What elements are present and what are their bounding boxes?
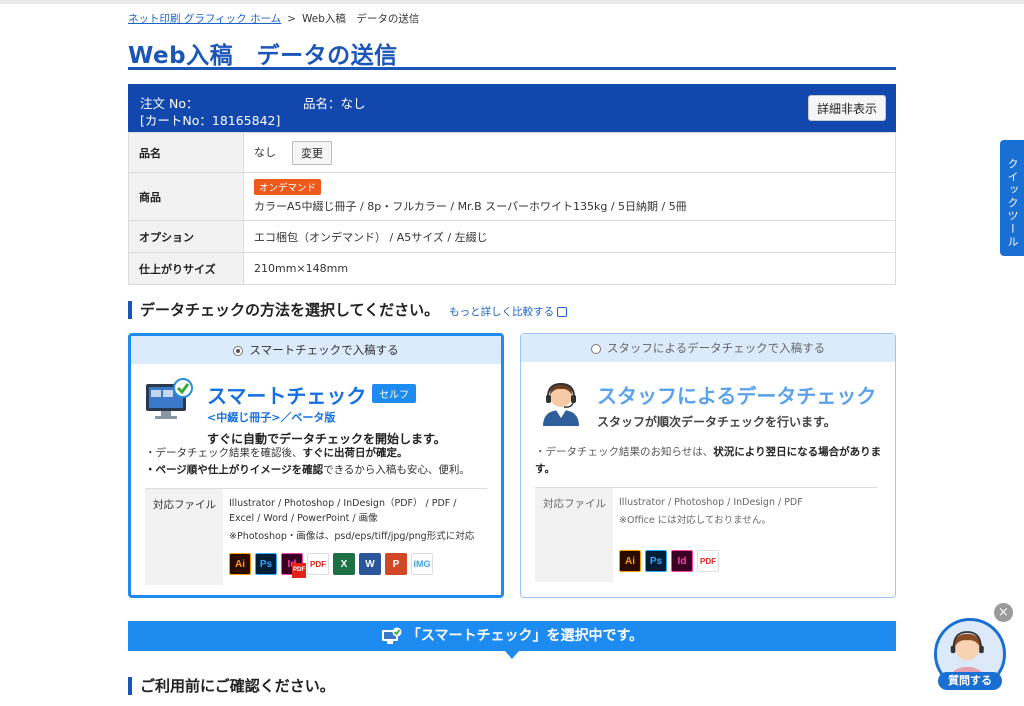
external-link-icon [557,307,568,317]
supported-files-label: 対応ファイル [153,499,216,511]
photoshop-icon: Ps [645,550,667,572]
illustrator-icon: Ai [619,550,641,572]
cart-number: [カートNo：18165842] [140,113,281,128]
pdf-icon: PDF [697,550,719,572]
staff-check-radio-label[interactable]: スタッフによるデータチェックで入稿する [607,341,825,355]
size-value: 210mm×148mm [243,252,896,285]
monitor-check-icon [146,378,193,419]
table-row: オプション エコ梱包（オンデマンド） / A5サイズ / 左綴じ [128,220,896,253]
title-underline [128,67,896,70]
supported-files-note: ※Office には対応しておりません。 [619,515,771,526]
smart-check-bullets: ・データチェック結果を確認後、すぐに出荷日が確定。 ・ページ順や仕上がりイメージ… [145,445,470,479]
staff-check-lead: スタッフが順次データチェックを行います。 [597,415,836,429]
product-name-value: なし [254,145,276,159]
staff-check-bullets: ・データチェック結果のお知らせは、状況により翌日になる場合があります。 [535,444,885,478]
smart-check-option[interactable]: スマートチェックで入稿する スマートチェック セルフ <中綴じ冊子>／ベータ版 … [128,333,504,598]
smart-check-radio-row[interactable]: スマートチェックで入稿する [131,336,501,364]
supported-files-note: ※Photoshop・画像は、psd/eps/tiff/jpg/png形式に対応 [229,531,475,542]
row-label-product: 商品 [128,172,244,221]
method-section-heading: データチェックの方法を選択してください。 もっと詳しく比較する [128,301,568,319]
indesign-icon: Id [671,550,693,572]
change-name-button[interactable]: 変更 [292,140,332,165]
smart-check-title: スマートチェック [207,384,367,408]
table-row: 品名 なし 変更 [128,132,896,173]
method-section-title: データチェックの方法を選択してください。 [140,301,440,319]
row-label-name: 品名 [128,132,244,173]
illustrator-icon: Ai [229,553,251,575]
smart-check-subtitle: <中綴じ冊子>／ベータ版 [207,411,336,424]
staff-check-title: スタッフによるデータチェック [597,384,877,408]
file-type-icons: Ai Ps Id PDF [619,550,719,572]
self-badge: セルフ [372,384,416,403]
photoshop-icon: Ps [255,553,277,575]
image-file-icon: IMG [411,553,433,575]
selected-method-banner: 「スマートチェック」を選択中です。 [128,621,896,651]
breadcrumb-separator: > [287,13,296,25]
breadcrumb-home-link[interactable]: ネット印刷 グラフィック ホーム [128,13,281,25]
excel-icon: X [333,553,355,575]
support-staff-icon [543,382,579,426]
ask-question-label[interactable]: 質問する [938,672,1002,690]
quick-tool-tab[interactable]: クイックツール [1000,140,1024,256]
banner-pointer [505,651,519,659]
option-value: エコ梱包（オンデマンド） / A5サイズ / 左綴じ [243,220,896,253]
order-header: 注文 No： 品名：なし [カートNo：18165842] 詳細非表示 [128,84,896,132]
toggle-details-button[interactable]: 詳細非表示 [807,95,886,121]
confirm-section-title: ご利用前にご確認ください。 [140,677,335,695]
browser-top-edge [0,0,1024,4]
selected-method-text: 「スマートチェック」を選択中です。 [406,628,644,644]
radio-unselected-icon[interactable] [590,343,601,354]
pdf-icon: PDF [307,553,329,575]
supported-files-line: Illustrator / Photoshop / InDesign（PDF） … [229,498,457,509]
on-demand-badge: オンデマンド [254,179,322,195]
list-item: ・データチェック結果のお知らせは、状況により翌日になる場合があります。 [535,446,882,475]
order-details-table: 品名 なし 変更 商品 オンデマンドカラーA5中綴じ冊子 / 8p・フルカラー /… [128,132,896,285]
supported-files-line: Excel / Word / PowerPoint / 画像 [229,513,378,524]
row-label-option: オプション [128,220,244,253]
powerpoint-icon: P [385,553,407,575]
page-title: Web入稿 データの送信 [128,43,398,69]
file-type-icons: Ai Ps IdPDF PDF X W P IMG [229,553,433,578]
order-product-name: 品名：なし [303,96,366,111]
smart-check-radio-label[interactable]: スマートチェックで入稿する [249,343,398,357]
table-row: 仕上がりサイズ 210mm×148mm [128,252,896,285]
breadcrumb-current: Web入稿 データの送信 [301,13,420,25]
radio-selected-icon[interactable] [233,345,244,356]
staff-supported-files: 対応ファイル Illustrator / Photoshop / InDesig… [535,487,877,582]
confirm-section-heading: ご利用前にご確認ください。 [128,677,335,695]
staff-check-option[interactable]: スタッフによるデータチェックで入稿する スタッフによるデータチェック スタッフが… [520,333,896,598]
staff-check-radio-row[interactable]: スタッフによるデータチェックで入稿する [521,334,895,362]
row-label-size: 仕上がりサイズ [128,252,244,285]
close-chat-button[interactable]: × [994,603,1013,622]
product-spec-value: カラーA5中綴じ冊子 / 8p・フルカラー / Mr.B スーパーホワイト135… [254,200,687,213]
list-item: ・データチェック結果を確認後、すぐに出荷日が確定。 [145,447,408,459]
word-icon: W [359,553,381,575]
breadcrumb: ネット印刷 グラフィック ホーム > Web入稿 データの送信 [128,11,419,26]
compare-link[interactable]: もっと詳しく比較する [449,306,568,318]
compare-link-text[interactable]: もっと詳しく比較する [449,306,554,318]
order-panel: 注文 No： 品名：なし [カートNo：18165842] 詳細非表示 品名 な… [128,84,896,285]
list-item: ・ページ順や仕上がりイメージを確認できるから入稿も安心、便利。 [145,464,470,476]
supported-files-label: 対応ファイル [543,498,606,510]
supported-files-line: Illustrator / Photoshop / InDesign / PDF [619,497,803,508]
smart-supported-files: 対応ファイル Illustrator / Photoshop / InDesig… [145,488,487,585]
table-row: 商品 オンデマンドカラーA5中綴じ冊子 / 8p・フルカラー / Mr.B スー… [128,172,896,221]
monitor-check-icon [381,627,402,644]
indesign-pdf-icon: IdPDF [281,553,306,578]
